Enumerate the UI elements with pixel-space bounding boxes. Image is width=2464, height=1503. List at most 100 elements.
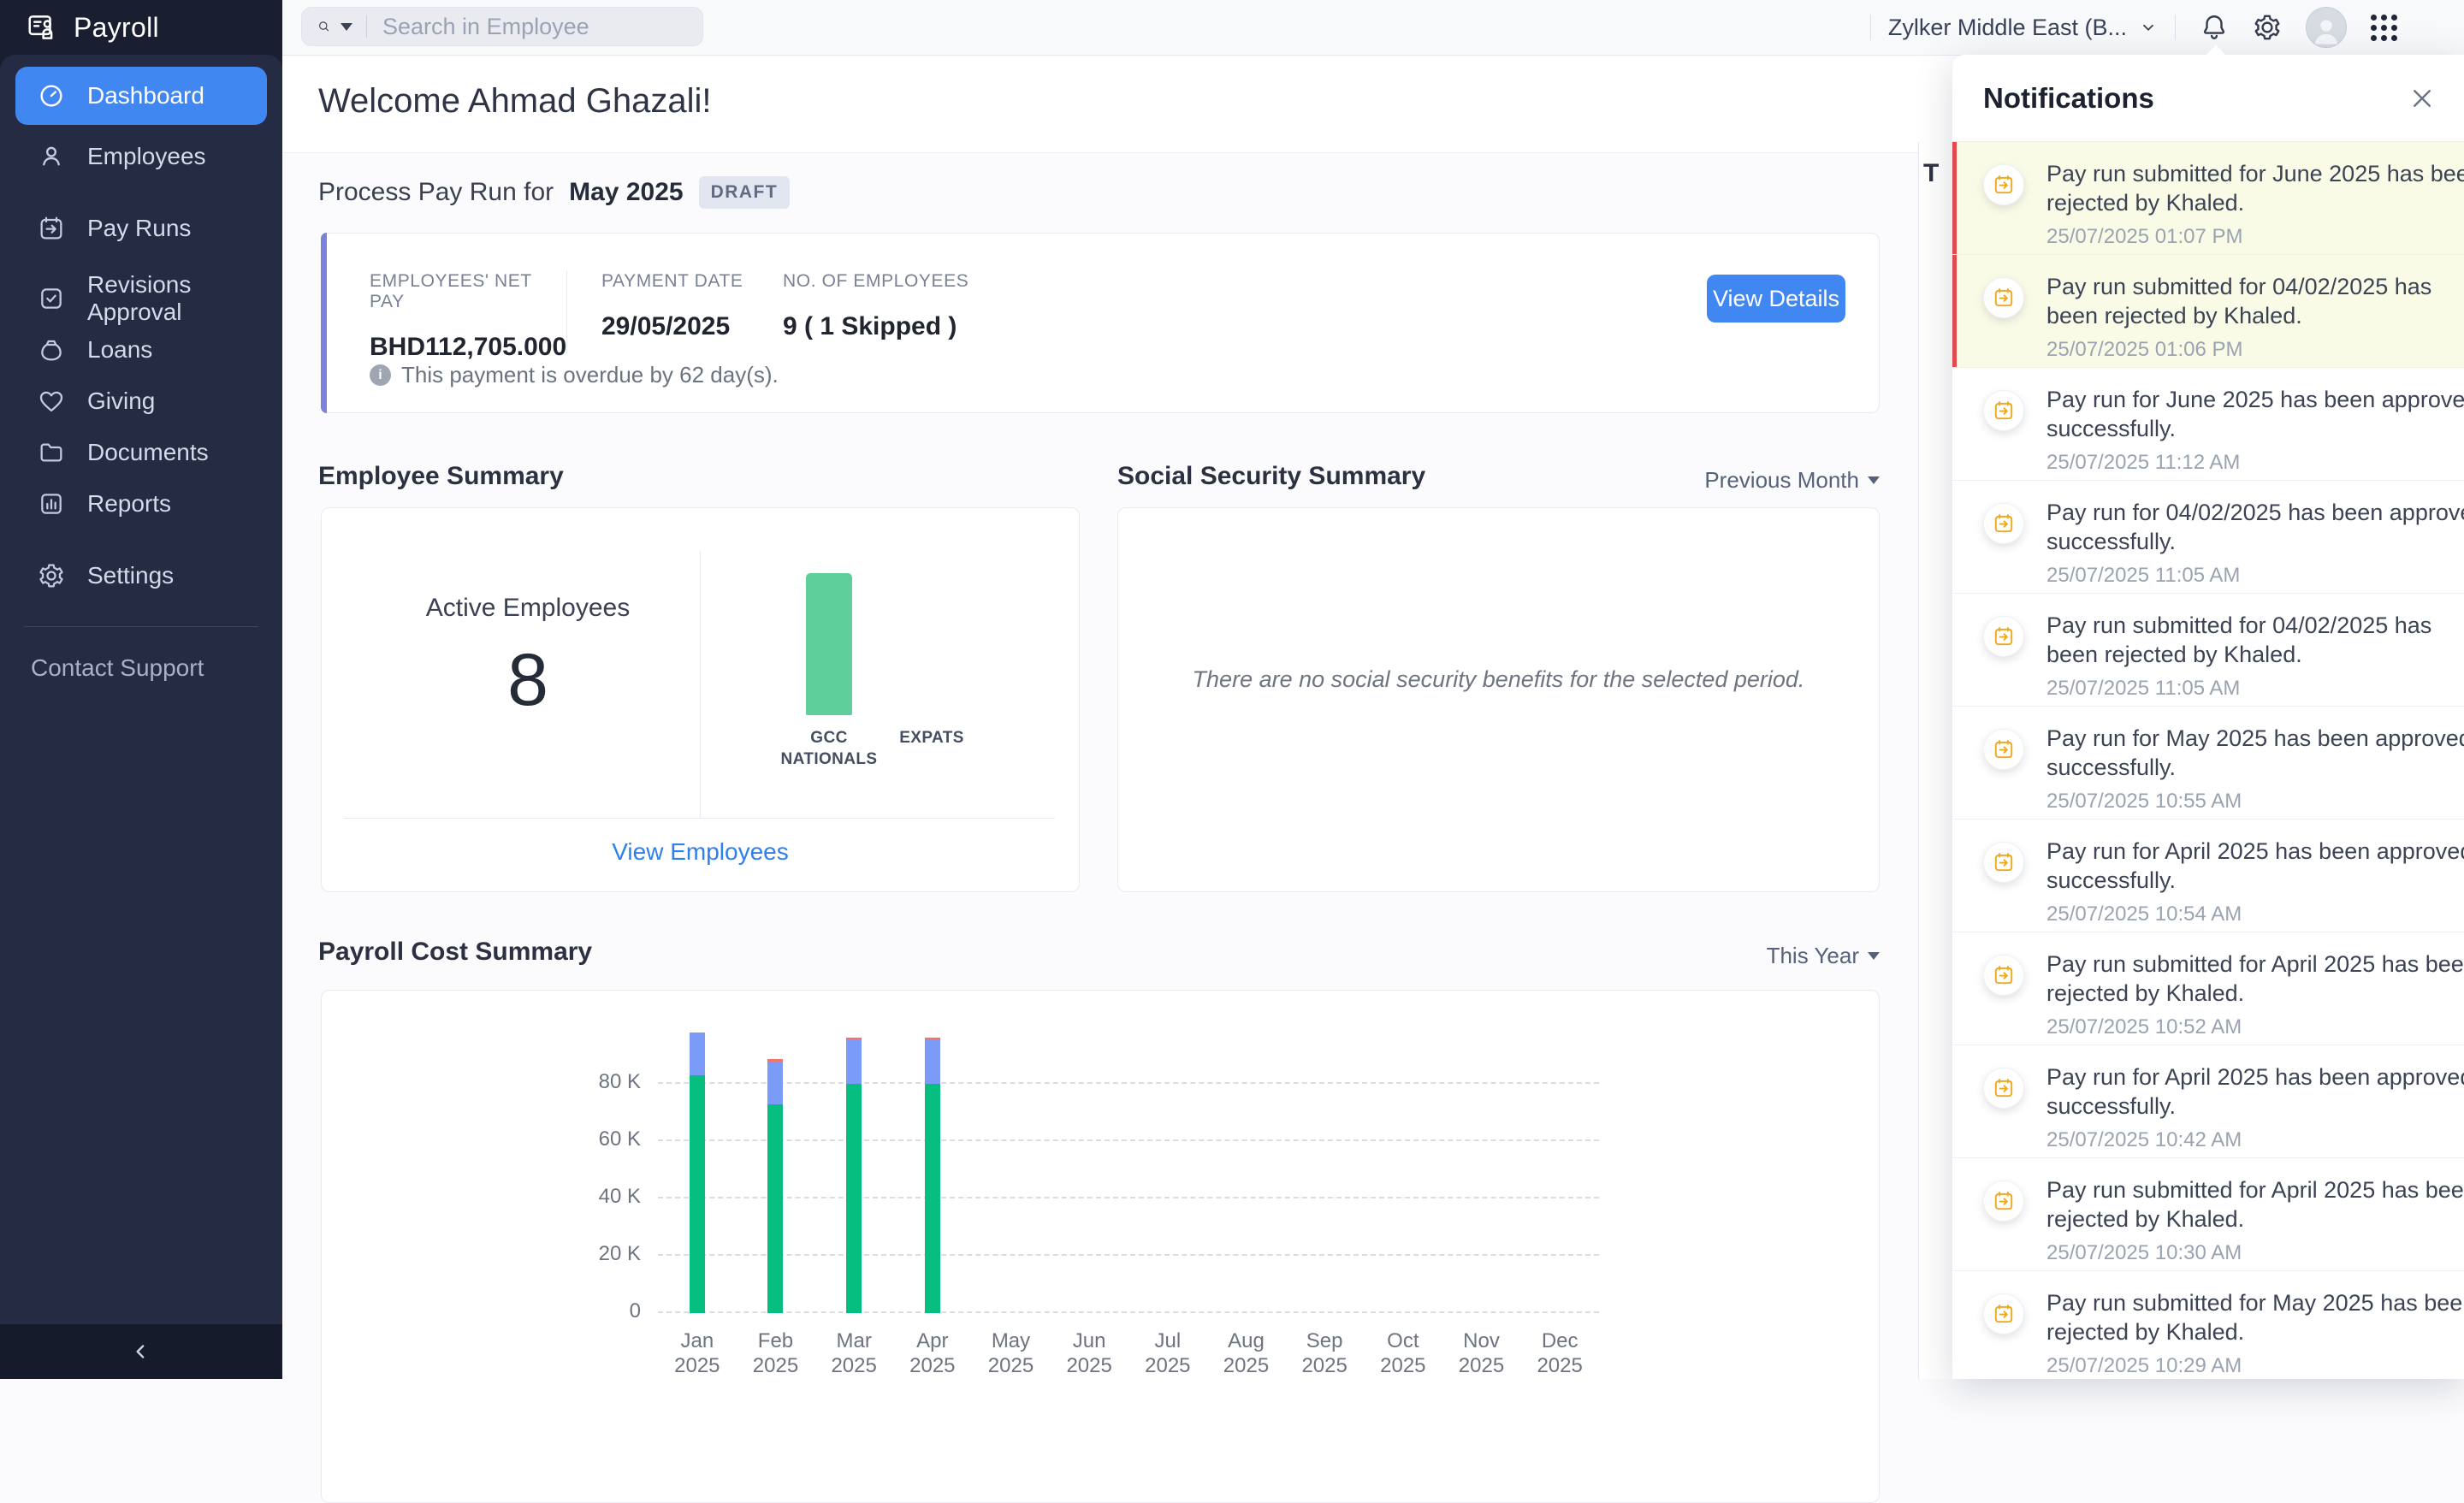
notification-timestamp: 25/07/2025 01:06 PM [2046,338,2464,362]
notification-item[interactable]: Pay run for May 2025 has been approved s… [1952,707,2464,820]
y-axis-tick: 20 K [562,1242,641,1266]
notification-item[interactable]: Pay run for April 2025 has been approved… [1952,1045,2464,1158]
search-scope-caret-icon[interactable] [341,23,352,31]
payrun-calendar-icon [1983,164,2024,205]
notifications-bell-icon[interactable] [2200,13,2229,42]
bar-segment-green [767,1104,783,1313]
sidebar-item-giving[interactable]: Giving [0,376,282,426]
bar-slot: Aug2025 [1207,1015,1286,1313]
notification-timestamp: 25/07/2025 10:29 AM [2046,1354,2464,1378]
notification-item[interactable]: Pay run submitted for April 2025 has bee… [1952,932,2464,1045]
notification-timestamp: 25/07/2025 10:42 AM [2046,1128,2464,1152]
notification-item[interactable]: Pay run submitted for May 2025 has been … [1952,1271,2464,1379]
close-icon[interactable] [2409,86,2435,111]
sidebar-item-pay-runs[interactable]: Pay Runs [0,204,282,253]
overdue-note-text: This payment is overdue by 62 day(s). [401,362,779,388]
payroll-logo-icon [26,11,58,44]
app-grid-icon[interactable] [2371,15,2397,41]
empty-state-message: There are no social security benefits fo… [1118,508,1879,693]
divider [366,15,367,38]
divider [344,818,1055,819]
avatar[interactable] [2306,7,2347,48]
notification-text: Pay run submitted for 04/02/2025 has bee… [2046,272,2464,330]
divider [2175,15,2176,40]
employee-bar-label: GCCNATIONALS [780,727,877,770]
payrun-heading-prefix: Process Pay Run for [318,178,554,207]
sidebar: Payroll Dashboard Employees Pay Runs Rev… [0,0,282,1379]
bar-slot: Dec2025 [1520,1015,1599,1313]
employee-bar-label: EXPATS [899,727,964,749]
overdue-note: i This payment is overdue by 62 day(s). [370,362,779,388]
chevron-down-icon[interactable] [2139,18,2158,37]
view-employees-link[interactable]: View Employees [322,838,1079,866]
notification-item[interactable]: Pay run for 04/02/2025 has been approved… [1952,481,2464,594]
field-label: PAYMENT DATE [601,271,783,292]
notification-timestamp: 25/07/2025 10:54 AM [2046,902,2464,926]
payroll-cost-card: 020 K40 K60 K80 KJan2025Feb2025Mar2025Ap… [321,990,1880,1503]
payrun-fields: EMPLOYEES' NET PAY BHD112,705.000 PAYMEN… [322,234,1879,362]
sidebar-item-documents[interactable]: Documents [0,428,282,477]
payrun-calendar-icon [1983,1068,2024,1109]
field-value: BHD112,705.000 [370,333,566,362]
settings-gear-icon[interactable] [2253,13,2282,42]
notification-text: Pay run for April 2025 has been approved… [2046,837,2464,895]
sidebar-item-label: Giving [87,388,155,415]
notification-timestamp: 25/07/2025 10:30 AM [2046,1241,2464,1265]
sidebar-item-revisions-approval[interactable]: Revisions Approval [0,274,282,323]
x-axis-tick: Sep2025 [1285,1328,1364,1378]
sidebar-item-reports[interactable]: Reports [0,479,282,529]
contact-support-link[interactable]: Contact Support [0,654,282,682]
sidebar-item-settings[interactable]: Settings [0,551,282,601]
payrun-calendar-icon [1983,955,2024,996]
payroll-cost-filter[interactable]: This Year [1767,943,1880,969]
bar-segment-green [846,1084,862,1313]
notification-item[interactable]: Pay run submitted for April 2025 has bee… [1952,1158,2464,1271]
sidebar-item-employees[interactable]: Employees [0,132,282,181]
chevron-down-icon [1868,476,1880,484]
bar-slot: Oct2025 [1364,1015,1442,1313]
settings-icon [38,562,65,589]
stat-label: Active Employees [339,594,717,623]
payrun-card: EMPLOYEES' NET PAY BHD112,705.000 PAYMEN… [321,233,1880,413]
sidebar-item-loans[interactable]: Loans [0,325,282,375]
stacked-bar [846,1038,862,1313]
bar-segment-blue [767,1062,783,1104]
topbar: Zylker Middle East (B... [282,0,2464,56]
notification-text: Pay run for June 2025 has been approved … [2046,385,2464,443]
app-logo: Payroll [0,0,282,55]
notification-item[interactable]: Pay run for June 2025 has been approved … [1952,368,2464,481]
notification-item[interactable]: Pay run submitted for 04/02/2025 has bee… [1952,255,2464,368]
notifications-header: Notifications [1952,55,2464,142]
org-selector[interactable]: Zylker Middle East (B... [1888,15,2127,41]
bar-slot: Apr2025 [893,1015,972,1313]
field-value: 9 ( 1 Skipped ) [783,312,968,341]
x-axis-tick: Dec2025 [1520,1328,1599,1378]
notification-item[interactable]: Pay run submitted for 04/02/2025 has bee… [1952,594,2464,707]
app-name: Payroll [74,12,159,44]
field-num-employees: NO. OF EMPLOYEES 9 ( 1 Skipped ) [783,271,968,362]
notification-item[interactable]: Pay run submitted for June 2025 has been… [1952,142,2464,255]
bar-slot: Jun2025 [1050,1015,1128,1313]
dashboard-icon [38,82,65,109]
loans-icon [38,336,65,364]
search-input[interactable] [381,13,687,41]
sidebar-collapse-button[interactable] [0,1324,282,1379]
bar-segment-green [690,1075,705,1313]
search-bar[interactable] [301,7,703,46]
notification-item[interactable]: Pay run for April 2025 has been approved… [1952,820,2464,932]
view-details-button[interactable]: View Details [1707,275,1845,322]
stacked-bar [925,1038,940,1313]
notification-text: Pay run submitted for June 2025 has been… [2046,159,2464,217]
notifications-list: Pay run submitted for June 2025 has been… [1952,142,2464,1379]
field-label: NO. OF EMPLOYEES [783,271,968,292]
payrun-heading: Process Pay Run for May 2025 DRAFT [318,176,790,209]
bar-slot: Nov2025 [1442,1015,1521,1313]
payroll-cost-plot: 020 K40 K60 K80 KJan2025Feb2025Mar2025Ap… [658,1015,1599,1313]
payrun-calendar-icon [1983,1293,2024,1334]
employee-mini-chart: GCCNATIONALS EXPATS [778,568,983,770]
sidebar-item-dashboard[interactable]: Dashboard [15,67,267,125]
page-title: Welcome Ahmad Ghazali! [318,82,711,121]
social-security-filter[interactable]: Previous Month [1704,467,1880,494]
x-axis-tick: Oct2025 [1364,1328,1442,1378]
chevron-left-icon [130,1340,152,1363]
